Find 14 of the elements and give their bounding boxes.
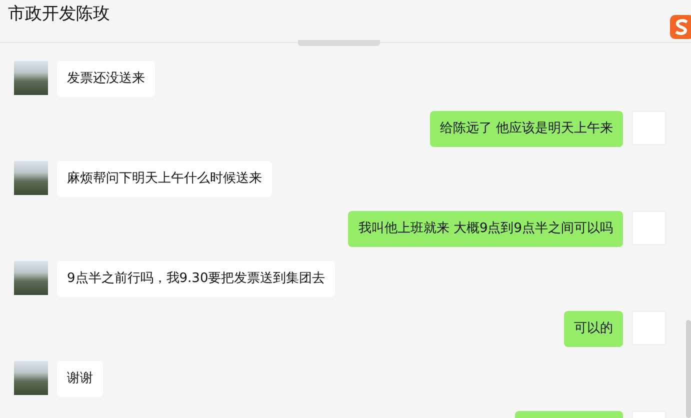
avatar-photo[interactable] (14, 261, 48, 295)
avatar-photo[interactable] (14, 361, 48, 395)
message-bubble: 谢谢 (57, 361, 103, 397)
message-bubble: 发票还没送来 (57, 61, 155, 97)
message-bubble: 给陈远了 他应该是明天上午来 (430, 111, 623, 147)
chat-title: 市政开发陈玫 (8, 3, 110, 25)
input-method-icon[interactable] (670, 15, 691, 39)
message-bubble: 9点半之前行吗，我9.30要把发票送到集团去 (57, 261, 336, 297)
avatar-photo[interactable] (14, 161, 48, 195)
message-bubble: 我叫他上班就来 大概9点到9点半之间可以吗 (348, 211, 623, 247)
message-bubble: 可以的 (564, 311, 623, 347)
avatar-photo[interactable] (14, 61, 48, 95)
message-bubble: 麻烦帮问下明天上午什么时候送来 (57, 161, 272, 197)
scrollbar[interactable] (686, 320, 691, 418)
